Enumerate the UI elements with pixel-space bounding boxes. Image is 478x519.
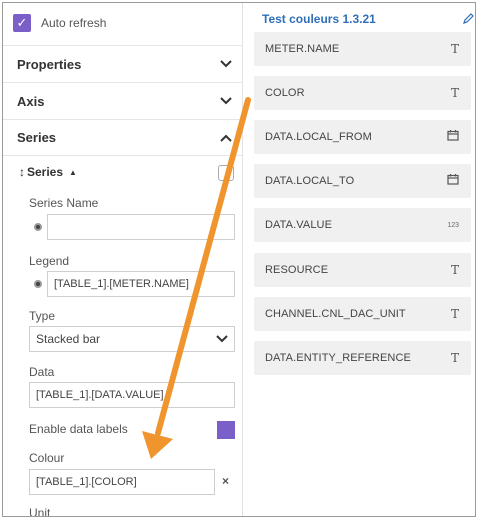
section-properties[interactable]: Properties — [3, 45, 242, 82]
field-name: DATA.LOCAL_TO — [265, 175, 355, 187]
text-type-icon: T — [450, 263, 459, 277]
clear-icon[interactable]: × — [222, 474, 229, 488]
calendar-icon — [447, 172, 459, 190]
field-name: CHANNEL.CNL_DAC_UNIT — [265, 308, 406, 320]
field-name: COLOR — [265, 87, 305, 99]
settings-panel: ✓ Auto refresh Properties Axis Series ↕ … — [3, 3, 243, 516]
dataset-title: Test couleurs 1.3.21 — [262, 12, 376, 26]
series-name-input[interactable] — [47, 214, 235, 240]
caret-up-icon: ▲ — [69, 167, 77, 177]
text-type-icon: T — [450, 307, 459, 321]
series-options-button[interactable] — [218, 165, 234, 181]
field-name: RESOURCE — [265, 264, 329, 276]
section-series[interactable]: Series — [3, 119, 242, 156]
field-name: DATA.VALUE — [265, 219, 333, 231]
section-axis[interactable]: Axis — [3, 82, 242, 119]
number-type-icon: 123 — [447, 221, 459, 229]
text-type-icon: T — [450, 42, 459, 56]
data-input[interactable]: [TABLE_1].[DATA.VALUE] — [29, 382, 235, 408]
field-item[interactable]: RESOURCE T — [254, 253, 471, 287]
data-label: Data — [29, 365, 55, 379]
field-item[interactable]: DATA.VALUE 123 — [254, 208, 471, 242]
radio-icon[interactable] — [34, 223, 42, 231]
field-item[interactable]: DATA.LOCAL_FROM — [254, 120, 471, 154]
type-select-value: Stacked bar — [36, 332, 101, 346]
radio-icon[interactable] — [34, 280, 42, 288]
text-type-icon: T — [450, 351, 459, 365]
field-item[interactable]: COLOR T — [254, 76, 471, 110]
legend-label: Legend — [29, 254, 70, 268]
text-type-icon: T — [450, 86, 459, 100]
field-item[interactable]: DATA.ENTITY_REFERENCE T — [254, 341, 471, 375]
app-frame: ✓ Auto refresh Properties Axis Series ↕ … — [2, 2, 476, 517]
chevron-down-icon — [218, 93, 234, 109]
sort-arrows-icon: ↕ — [19, 165, 25, 179]
series-sub-title: Series — [27, 165, 64, 179]
colour-input[interactable]: [TABLE_1].[COLOR] — [29, 469, 215, 495]
field-item[interactable]: METER.NAME T — [254, 32, 471, 66]
field-name: METER.NAME — [265, 43, 340, 55]
legend-input[interactable]: [TABLE_1].[METER.NAME] — [47, 271, 235, 297]
auto-refresh-label: Auto refresh — [41, 16, 107, 30]
checkbox-checked-icon[interactable]: ✓ — [13, 14, 31, 32]
pencil-icon[interactable] — [462, 12, 474, 24]
type-select[interactable]: Stacked bar — [29, 326, 235, 352]
unit-label: Unit — [29, 506, 51, 516]
colour-label: Colour — [29, 451, 65, 465]
series-sub-header[interactable]: ↕ Series ▲ — [19, 165, 77, 179]
field-name: DATA.ENTITY_REFERENCE — [265, 352, 411, 364]
enable-data-labels-toggle[interactable] — [217, 421, 235, 439]
enable-data-labels-label: Enable data labels — [29, 422, 128, 436]
section-title: Properties — [17, 56, 82, 72]
chevron-up-icon — [218, 130, 234, 146]
series-name-label: Series Name — [29, 196, 99, 210]
field-name: DATA.LOCAL_FROM — [265, 131, 372, 143]
section-title: Axis — [17, 93, 45, 109]
type-label: Type — [29, 309, 56, 323]
section-title: Series — [17, 130, 57, 145]
chevron-down-icon — [218, 56, 234, 72]
calendar-icon — [447, 128, 459, 146]
field-item[interactable]: CHANNEL.CNL_DAC_UNIT T — [254, 297, 471, 331]
field-item[interactable]: DATA.LOCAL_TO — [254, 164, 471, 198]
auto-refresh-toggle[interactable]: ✓ Auto refresh — [13, 12, 106, 34]
chevron-down-icon — [216, 332, 228, 346]
